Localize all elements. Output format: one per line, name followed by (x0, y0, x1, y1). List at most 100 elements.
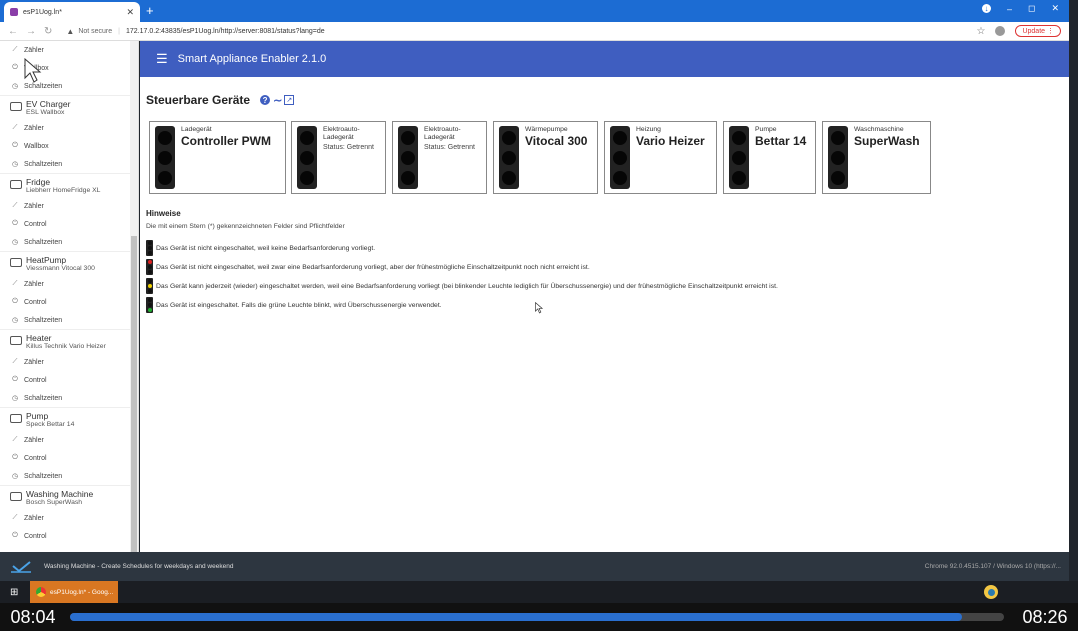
traffic-light-red-icon (146, 259, 153, 275)
device-icon (10, 492, 22, 501)
progress-bar[interactable] (70, 613, 1004, 621)
device-card[interactable]: Waschmaschine SuperWash (822, 121, 931, 194)
minimize-button[interactable]: – (1007, 4, 1012, 14)
sidebar-subitem[interactable]: ⟋ Zähler (0, 353, 138, 371)
video-title: Washing Machine - Create Schedules for w… (44, 563, 234, 570)
sidebar-subitem[interactable]: ⏻ Control (0, 371, 138, 389)
wave-icon[interactable]: ∼ (273, 94, 282, 107)
sidebar-subitem[interactable]: ◷ Schaltzeiten (0, 155, 138, 173)
tab-title: esP1Uog.ln* (23, 8, 62, 16)
screen: esP1Uog.ln* ✕ + ↓ – ◻ ✕ ← → ↻ ▲ Not secu… (0, 0, 1078, 631)
traffic-light-yellow-icon (146, 278, 153, 294)
sidebar-subitem[interactable]: ⏻ Wallbox (0, 59, 138, 77)
device-icon (10, 258, 22, 267)
sidebar-subitem[interactable]: ◷ Schaltzeiten (0, 311, 138, 329)
clock-icon: ◷ (11, 239, 19, 246)
sidebar-subitem-label: Schaltzeiten (24, 238, 63, 246)
sidebar-subitem[interactable]: ◷ Schaltzeiten (0, 233, 138, 251)
device-card-type: Wärmepumpe (525, 126, 568, 133)
clock-icon: ◷ (11, 395, 19, 402)
url-field[interactable]: 172.17.0.2:43835/esP1Uog.ln/http://serve… (126, 28, 325, 35)
bookmark-star-icon[interactable]: ☆ (977, 26, 986, 37)
sidebar-device-subtitle: ESL Wallbox (26, 109, 65, 116)
sidebar-device-text: Fridge Liebherr HomeFridge XL (26, 178, 100, 195)
forward-arrow-icon[interactable]: → (26, 26, 36, 37)
back-arrow-icon[interactable]: ← (8, 26, 18, 37)
device-card[interactable]: Elektroauto-Ladegerät Status: Getrennt (291, 121, 386, 194)
browser-tab[interactable]: esP1Uog.ln* ✕ (4, 2, 140, 22)
chart-icon: ⟋ (12, 358, 18, 365)
device-card[interactable]: Heizung Vario Heizer (604, 121, 717, 194)
sidebar-device[interactable]: Fridge Liebherr HomeFridge XL (0, 173, 138, 197)
sidebar-subitem[interactable]: ⟋ Zähler (0, 119, 138, 137)
sidebar-subitem-label: Schaltzeiten (24, 316, 63, 324)
traffic-light-green-icon (146, 297, 153, 313)
sidebar-subitem[interactable]: ⏻ Control (0, 527, 138, 545)
taskbar-chrome-item[interactable]: esP1Uog.ln* - Goog... (30, 581, 118, 603)
device-card[interactable]: Wärmepumpe Vitocal 300 (493, 121, 598, 194)
device-card[interactable]: Ladegerät Controller PWM (149, 121, 286, 194)
sidebar-subitem[interactable]: ◷ Schaltzeiten (0, 77, 138, 95)
sidebar-subitem[interactable]: ⟋ Zähler (0, 275, 138, 293)
app-toolbar: ☰ Smart Appliance Enabler 2.1.0 (140, 41, 1069, 77)
sidebar-device-name: EV Charger (26, 99, 71, 109)
sidebar-subitem[interactable]: ◷ Schaltzeiten (0, 467, 138, 485)
sidebar-subitem[interactable]: ⏻ Wallbox (0, 137, 138, 155)
sidebar-subitem[interactable]: ⟋ Zähler (0, 41, 138, 59)
sidebar-subitem[interactable]: ⟋ Zähler (0, 509, 138, 527)
sidebar-subitem[interactable]: ⟋ Zähler (0, 197, 138, 215)
sidebar-device-name: Fridge (26, 177, 51, 187)
menu-icon[interactable]: ☰ (156, 51, 168, 67)
sidebar-device-text: HeatPump Viessmann Vitocal 300 (26, 256, 95, 273)
external-link-icon[interactable]: ↗ (284, 95, 295, 105)
device-card-type: Waschmaschine (854, 126, 904, 133)
power-icon: ⏻ (12, 298, 18, 305)
windows-start-icon[interactable]: ⊞ (10, 587, 20, 598)
legend-text: Das Gerät ist eingeschaltet. Falls die g… (156, 301, 442, 309)
device-card[interactable]: Pumpe Bettar 14 (723, 121, 816, 194)
sidebar-scroll-thumb[interactable] (131, 236, 137, 552)
sidebar-subitem[interactable]: ⏻ Control (0, 449, 138, 467)
device-card-status: Status: Getrennt (323, 144, 374, 151)
sidebar-device[interactable]: HeatPump Viessmann Vitocal 300 (0, 251, 138, 275)
power-icon: ⏻ (12, 454, 18, 461)
traffic-light-icon (155, 126, 175, 189)
browser-titlebar: esP1Uog.ln* ✕ + ↓ – ◻ ✕ (0, 0, 1069, 22)
sidebar-device[interactable]: Heater Killus Technik Vario Heizer (0, 329, 138, 353)
power-icon: ⏻ (12, 64, 18, 71)
tray-app-icon[interactable] (984, 585, 998, 599)
sidebar-device[interactable]: Pump Speck Bettar 14 (0, 407, 138, 431)
device-card-name: Vitocal 300 (525, 134, 588, 148)
not-secure-label[interactable]: Not secure (78, 28, 112, 35)
video-environment: Chrome 92.0.4515.107 / Windows 10 (https… (924, 563, 1061, 570)
device-card-name: Vario Heizer (636, 134, 705, 148)
sidebar-subitem-label: Schaltzeiten (24, 160, 63, 168)
clock-icon: ◷ (11, 83, 19, 90)
help-icon[interactable]: ? (260, 95, 271, 105)
sidebar-device[interactable]: EV Charger ESL Wallbox (0, 95, 138, 119)
traffic-light-icon (828, 126, 848, 189)
device-card[interactable]: Elektroauto-Ladegerät Status: Getrennt (392, 121, 487, 194)
tab-close-icon[interactable]: ✕ (126, 7, 134, 18)
warning-icon[interactable]: ▲ (66, 27, 74, 36)
sidebar-device[interactable]: Washing Machine Bosch SuperWash (0, 485, 138, 509)
sidebar-subitem[interactable]: ⏻ Control (0, 215, 138, 233)
sidebar-subitem[interactable]: ◷ Schaltzeiten (0, 389, 138, 407)
sidebar-subitem[interactable]: ⏻ Control (0, 293, 138, 311)
update-button[interactable]: Update ⋮ (1015, 25, 1061, 37)
sidebar-device-name: HeatPump (26, 255, 67, 265)
profile-avatar[interactable] (995, 26, 1006, 36)
power-icon: ⏻ (12, 142, 18, 149)
legend-row: Das Gerät ist eingeschaltet. Falls die g… (146, 297, 442, 313)
reload-icon[interactable]: ↻ (44, 26, 52, 37)
traffic-light-icon (398, 126, 418, 189)
download-icon[interactable]: ↓ (981, 4, 991, 13)
maximize-button[interactable]: ◻ (1028, 3, 1035, 14)
window-edge (1069, 22, 1078, 552)
legend-note: Die mit einem Stern (*) gekennzeichneten… (146, 223, 345, 230)
sidebar-scrollbar[interactable] (130, 41, 138, 552)
close-window-button[interactable]: ✕ (1051, 3, 1059, 14)
sidebar: ⟋ Zähler ⏻ Wallbox ◷ Schaltzeiten EV Charger ES… (0, 41, 139, 552)
new-tab-button[interactable]: + (146, 3, 154, 18)
sidebar-subitem[interactable]: ⟋ Zähler (0, 431, 138, 449)
